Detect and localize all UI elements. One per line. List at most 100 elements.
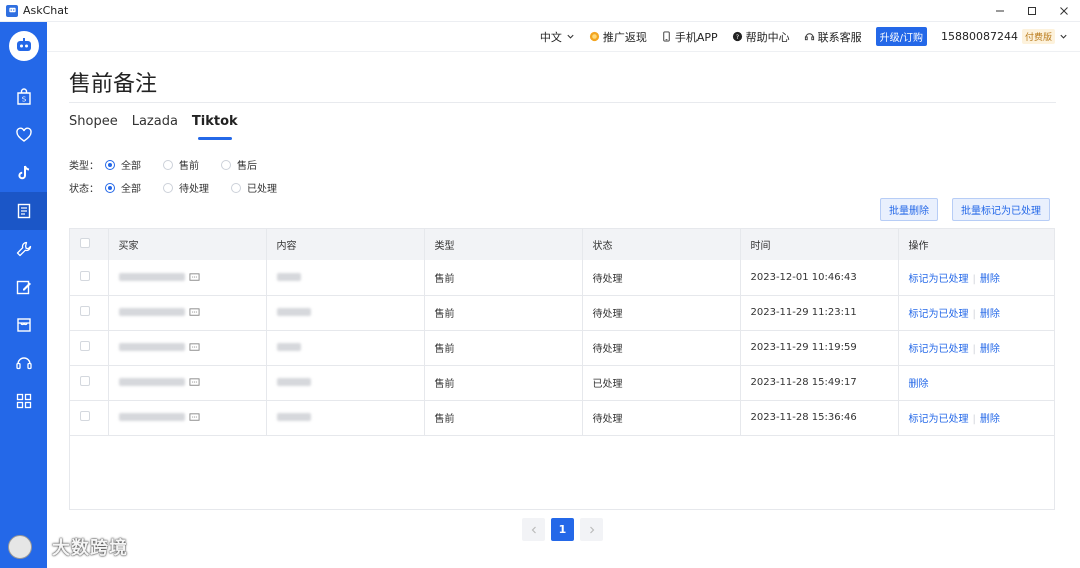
- headset-icon: [15, 357, 32, 370]
- svg-text:?: ?: [735, 33, 738, 41]
- status-cell: 待处理: [582, 330, 741, 365]
- status-radio-pending[interactable]: 待处理: [163, 180, 209, 195]
- time-cell: 2023-11-28 15:36:46: [740, 400, 899, 435]
- col-type: 类型: [424, 229, 583, 260]
- notes-table: 买家 内容 类型 状态 时间 操作 售前 待处理 2023-12-01 10:4…: [69, 228, 1055, 510]
- sidebar-item-tools[interactable]: [0, 230, 47, 268]
- chat-icon[interactable]: [188, 307, 200, 318]
- delete-link[interactable]: 删除: [980, 344, 1000, 355]
- col-buyer: 买家: [108, 229, 267, 260]
- radio-icon: [231, 182, 241, 193]
- batch-delete-button[interactable]: 批量删除: [880, 198, 938, 221]
- buyer-cell: [108, 260, 267, 295]
- type-radio-presale[interactable]: 售前: [163, 157, 199, 172]
- row-checkbox[interactable]: [70, 295, 109, 330]
- delete-link[interactable]: 删除: [980, 274, 1000, 285]
- tab-shopee[interactable]: Shopee: [69, 114, 118, 140]
- delete-link[interactable]: 删除: [980, 309, 1000, 320]
- watermark: 大数跨境: [8, 534, 128, 560]
- contact-service-link[interactable]: 联系客服: [804, 29, 862, 45]
- mark-processed-link[interactable]: 标记为已处理: [909, 309, 969, 320]
- row-checkbox[interactable]: [70, 330, 109, 365]
- chat-icon[interactable]: [188, 377, 200, 388]
- prev-page-button[interactable]: [522, 518, 545, 541]
- watermark-logo-icon: [8, 535, 32, 559]
- window-titlebar: AskChat: [0, 0, 1080, 22]
- help-icon: ?: [732, 31, 742, 42]
- col-actions: 操作: [908, 241, 929, 252]
- sidebar-item-apps[interactable]: [0, 382, 47, 420]
- window-controls: [984, 0, 1080, 22]
- sidebar-item-support[interactable]: [0, 344, 47, 382]
- type-cell: 售前: [424, 365, 583, 400]
- plan-badge: 付费版: [1021, 29, 1055, 44]
- minimize-icon[interactable]: [984, 0, 1016, 22]
- blurred-content: [276, 308, 311, 316]
- row-checkbox[interactable]: [70, 260, 109, 295]
- page-number-current[interactable]: 1: [551, 518, 574, 541]
- status-radio-done[interactable]: 已处理: [231, 180, 277, 195]
- sidebar-item-tiktok[interactable]: [0, 154, 47, 192]
- table-row: 售前 已处理 2023-11-28 15:49:17 删除: [70, 365, 1054, 400]
- sidebar-item-presale-notes[interactable]: [0, 192, 47, 230]
- shop-bag-icon: S: [16, 88, 31, 105]
- top-header: 中文 推广返现 手机APP ? 帮助中心 联系客服 升级/订购 15880087…: [47, 22, 1080, 52]
- type-cell: 售前: [424, 295, 583, 330]
- promo-link[interactable]: 推广返现: [589, 29, 647, 45]
- sidebar-item-lazada[interactable]: [0, 116, 47, 154]
- language-label: 中文: [539, 30, 562, 44]
- radio-label: 售前: [179, 161, 199, 172]
- promo-label: 推广返现: [602, 30, 647, 44]
- time-cell: 2023-11-29 11:19:59: [740, 330, 899, 365]
- sidebar-item-store[interactable]: [0, 306, 47, 344]
- sidebar-item-edit[interactable]: [0, 268, 47, 306]
- chat-icon[interactable]: [188, 272, 200, 283]
- mark-processed-link[interactable]: 标记为已处理: [909, 414, 969, 425]
- mark-processed-link[interactable]: 标记为已处理: [909, 344, 969, 355]
- account-menu[interactable]: 15880087244 付费版: [941, 29, 1068, 44]
- status-cell: 待处理: [582, 400, 741, 435]
- row-checkbox[interactable]: [70, 365, 109, 400]
- chat-icon[interactable]: [188, 412, 200, 423]
- language-select[interactable]: 中文: [540, 29, 575, 45]
- chat-icon[interactable]: [188, 342, 200, 353]
- table-row: 售前 待处理 2023-11-29 11:23:11 标记为已处理 | 删除: [70, 295, 1054, 330]
- type-radio-aftersale[interactable]: 售后: [221, 157, 257, 172]
- title-divider: [69, 102, 1056, 103]
- batch-mark-processed-button[interactable]: 批量标记为已处理: [952, 198, 1050, 221]
- blurred-buyer: [118, 413, 185, 422]
- delete-link[interactable]: 删除: [909, 379, 929, 390]
- col-status: 状态: [582, 229, 741, 260]
- blurred-buyer: [118, 273, 185, 281]
- sidebar: S: [0, 22, 47, 568]
- col-time: 时间: [740, 229, 899, 260]
- mobile-app-link[interactable]: 手机APP: [661, 29, 718, 45]
- radio-label: 全部: [121, 161, 141, 172]
- select-all-checkbox[interactable]: [70, 229, 109, 260]
- tab-lazada[interactable]: Lazada: [132, 114, 178, 140]
- type-cell: 售前: [424, 260, 583, 295]
- tab-tiktok[interactable]: Tiktok: [192, 114, 238, 140]
- row-checkbox[interactable]: [70, 400, 109, 435]
- maximize-icon[interactable]: [1016, 0, 1048, 22]
- mark-processed-link[interactable]: 标记为已处理: [909, 274, 969, 285]
- help-center-link[interactable]: ? 帮助中心: [732, 29, 790, 45]
- chevron-right-icon: [589, 526, 594, 533]
- wrench-icon: [16, 241, 31, 257]
- type-radio-all[interactable]: 全部: [105, 157, 141, 172]
- sidebar-logo-icon[interactable]: [9, 31, 39, 61]
- account-phone: 15880087244: [941, 30, 1018, 43]
- next-page-button[interactable]: [580, 518, 603, 541]
- status-radio-all[interactable]: 全部: [105, 180, 141, 195]
- notes-icon: [17, 203, 30, 219]
- main-content: 售前备注 Shopee Lazada Tiktok 类型： 全部 售前 售后 状…: [47, 52, 1080, 568]
- upgrade-button[interactable]: 升级/订购: [875, 27, 927, 46]
- type-filter: 类型： 全部 售前 售后: [69, 157, 279, 172]
- close-icon[interactable]: [1048, 0, 1080, 22]
- delete-link[interactable]: 删除: [980, 414, 1000, 425]
- blurred-content: [276, 378, 311, 386]
- help-center-label: 帮助中心: [745, 30, 790, 44]
- platform-tabs: Shopee Lazada Tiktok: [69, 114, 252, 140]
- status-cell: 待处理: [582, 260, 741, 295]
- sidebar-item-shopee[interactable]: S: [0, 78, 47, 116]
